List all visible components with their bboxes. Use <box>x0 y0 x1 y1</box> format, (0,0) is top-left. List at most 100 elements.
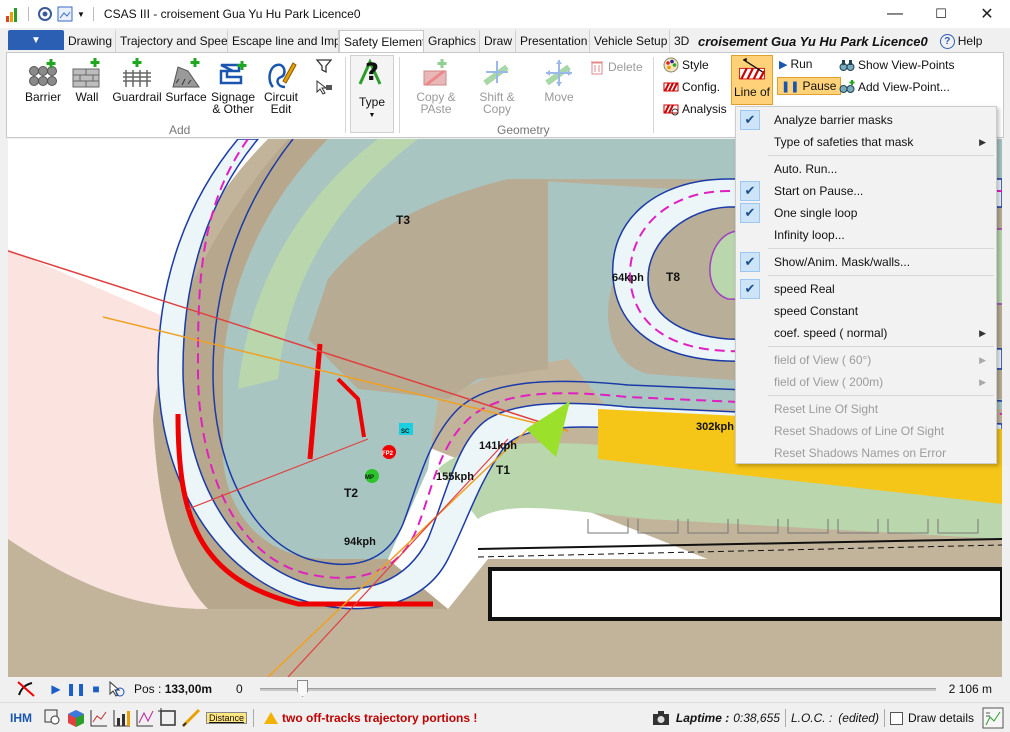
circuit-edit-button[interactable]: Circuit Edit <box>259 57 303 115</box>
menu-item-reset-shadows-names[interactable]: Reset Shadows Names on Error <box>736 442 996 464</box>
menu-item-speed-constant[interactable]: speed Constant <box>736 300 996 322</box>
menu-item-coef-speed[interactable]: coef. speed ( normal) ▶ <box>736 322 996 344</box>
config-button[interactable]: Config. <box>663 79 720 95</box>
surface-button[interactable]: Surface <box>165 57 207 103</box>
check-icon: ✔ <box>740 181 760 201</box>
trash-icon <box>591 61 603 75</box>
slider-start-label: 0 <box>236 682 243 696</box>
draw-details-checkbox[interactable] <box>889 711 903 725</box>
surface-label: Surface <box>165 90 207 104</box>
window-title: CSAS III - croisement Gua Yu Hu Park Lic… <box>103 7 361 21</box>
laptime-label: Laptime : <box>675 711 730 725</box>
minimize-button[interactable]: — <box>872 0 918 28</box>
close-button[interactable]: ✕ <box>964 0 1010 28</box>
menu-separator <box>768 155 994 156</box>
edited-label: (edited) <box>838 711 879 725</box>
menu-item-analyze-barrier-masks[interactable]: ✔ Analyze barrier masks <box>736 109 996 131</box>
tab-graphics[interactable]: Graphics <box>424 30 480 52</box>
pause-button[interactable]: ❚❚ Pause <box>777 77 842 95</box>
file-image-icon[interactable] <box>57 6 73 22</box>
camera-icon[interactable] <box>652 710 670 726</box>
barrier-config-icon <box>663 82 679 92</box>
menu-item-reset-line-of-sight[interactable]: Reset Line Of Sight <box>736 398 996 420</box>
pause-icon: ❚❚ <box>65 682 87 696</box>
wall-button[interactable]: Wall <box>69 57 105 103</box>
style-button[interactable]: Style <box>663 57 709 73</box>
position-slider-thumb[interactable] <box>297 680 309 697</box>
grid-view-icon[interactable] <box>982 707 1004 729</box>
distance-tool[interactable]: Distance <box>206 711 248 724</box>
tab-presentation[interactable]: Presentation <box>516 30 590 52</box>
shift-copy-icon <box>483 61 509 86</box>
menu-item-label: field of View ( 200m) <box>774 375 884 389</box>
speed-label-302: 302kph <box>696 421 734 433</box>
menu-item-label: Start on Pause... <box>774 184 864 198</box>
copy-paste-button[interactable]: Copy & PAste <box>407 57 465 115</box>
status-bar: IHM Distance two off-tracks trajectory p… <box>0 702 1010 732</box>
speed-chart-icon[interactable] <box>134 707 156 729</box>
no-trajectory-icon[interactable] <box>16 680 36 698</box>
line-of-sight-button[interactable]: Line of <box>731 55 773 105</box>
signage-button[interactable]: Signage & Other <box>209 57 257 115</box>
guardrail-label: Guardrail <box>112 90 162 104</box>
menu-item-field-of-view-distance[interactable]: field of View ( 200m) ▶ <box>736 371 996 393</box>
maximize-button[interactable]: ☐ <box>918 0 964 28</box>
delete-button[interactable]: Delete <box>589 59 643 75</box>
filter-icon[interactable] <box>315 57 333 75</box>
tab-vehicle-setup[interactable]: Vehicle Setup <box>590 30 670 52</box>
play-icon: ▶ <box>51 682 61 696</box>
stop-button[interactable]: ■ <box>86 680 106 698</box>
menu-item-show-anim-mask[interactable]: ✔ Show/Anim. Mask/walls... <box>736 251 996 273</box>
ribbon-separator <box>399 57 400 133</box>
menu-item-type-of-safeties[interactable]: Type of safeties that mask ▶ <box>736 131 996 153</box>
tab-draw[interactable]: Draw <box>480 30 516 52</box>
3d-cube-icon[interactable] <box>65 707 87 729</box>
move-button[interactable]: Move <box>535 57 583 103</box>
show-view-points-button[interactable]: Show View-Points <box>839 57 955 73</box>
add-view-point-label: Add View-Point... <box>858 80 950 94</box>
menu-item-start-on-pause[interactable]: ✔ Start on Pause... <box>736 180 996 202</box>
bar-chart-icon[interactable] <box>111 707 133 729</box>
type-dropdown-button[interactable]: ? Type ▼ <box>350 55 394 133</box>
title-bar: ▼ CSAS III - croisement Gua Yu Hu Park L… <box>0 0 1010 28</box>
pause-button[interactable]: ❚❚ <box>66 680 86 698</box>
menu-item-speed-real[interactable]: ✔ speed Real <box>736 278 996 300</box>
play-icon: ▶ <box>779 58 788 71</box>
tab-3d[interactable]: 3D <box>670 30 692 52</box>
ribbon-separator <box>653 57 654 133</box>
help-button[interactable]: ? Help <box>939 30 982 52</box>
ihm-label[interactable]: IHM <box>10 711 32 725</box>
menu-item-field-of-view-angle[interactable]: field of View ( 60°) ▶ <box>736 349 996 371</box>
barrier-button[interactable]: Barrier <box>21 57 65 103</box>
zoom-window-icon[interactable] <box>42 707 64 729</box>
pointer-lock-icon[interactable] <box>315 79 333 95</box>
position-slider-track[interactable] <box>260 688 936 691</box>
file-menu-button[interactable]: ▼ <box>8 30 64 50</box>
guardrail-button[interactable]: Guardrail <box>109 57 165 103</box>
warning-text: two off-tracks trajectory portions ! <box>282 710 478 725</box>
menu-item-label: Type of safeties that mask <box>774 135 914 149</box>
tab-trajectory-and-speed[interactable]: Trajectory and Spee <box>116 30 228 52</box>
analysis-button[interactable]: Analysis <box>663 101 727 117</box>
line-chart-icon[interactable] <box>88 707 110 729</box>
menu-item-reset-shadows[interactable]: Reset Shadows of Line Of Sight <box>736 420 996 442</box>
settings-gear-icon[interactable] <box>37 6 53 22</box>
add-view-point-button[interactable]: Add View-Point... <box>839 79 950 95</box>
menu-item-infinity-loop[interactable]: Infinity loop... <box>736 224 996 246</box>
tab-safety-element[interactable]: Safety Element <box>339 30 424 52</box>
shift-copy-button[interactable]: Shift & Copy <box>469 57 525 115</box>
run-button[interactable]: ▶ Run <box>779 57 812 71</box>
tab-escape-line[interactable]: Escape line and Imp <box>228 30 339 52</box>
status-separator <box>784 709 786 727</box>
tab-drawing[interactable]: Drawing <box>64 30 116 52</box>
move-icon <box>545 60 572 86</box>
pointer-position-icon[interactable] <box>106 680 126 698</box>
measure-icon[interactable] <box>180 707 202 729</box>
menu-item-auto-run[interactable]: Auto. Run... <box>736 158 996 180</box>
quick-access-dropdown-icon[interactable]: ▼ <box>77 10 85 19</box>
draw-details-label[interactable]: Draw details <box>908 711 974 725</box>
frame-icon[interactable] <box>157 707 179 729</box>
menu-item-label: field of View ( 60°) <box>774 353 872 367</box>
play-button[interactable]: ▶ <box>46 680 66 698</box>
menu-item-one-single-loop[interactable]: ✔ One single loop <box>736 202 996 224</box>
